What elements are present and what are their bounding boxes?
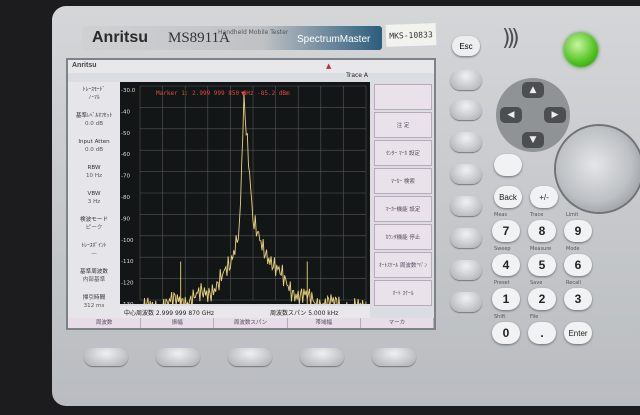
display-screen: Anritsu ▲ Trace A ﾄﾚｰｽﾓｰﾄﾞ ﾉｰﾏﾙ 基準ﾚﾍﾞﾙｵﾌｾ… bbox=[66, 58, 436, 330]
softkey-6[interactable] bbox=[450, 228, 482, 248]
brand-logo: Anritsu bbox=[92, 29, 148, 46]
param-detector[interactable]: 検波モード ピーク bbox=[68, 216, 120, 232]
y-tick-label: -90 bbox=[121, 216, 130, 222]
frequency-span: 周波数スパン 5.000 kHz bbox=[270, 310, 339, 317]
key-4[interactable]: 4 bbox=[492, 254, 520, 276]
bottom-key-2[interactable] bbox=[156, 348, 200, 366]
tab-span[interactable]: 周波数スパン bbox=[214, 318, 288, 328]
menu-item-6[interactable]: ｶｳﾝﾀ機能 停止 bbox=[374, 224, 432, 250]
plus-minus-key[interactable]: +/- bbox=[530, 186, 558, 208]
param-ref-freq[interactable]: 基準周波数 内部基準 bbox=[68, 268, 120, 284]
hint-measure: Measure bbox=[530, 246, 552, 252]
esc-key[interactable]: Esc bbox=[452, 36, 480, 56]
key-7[interactable]: 7 bbox=[492, 220, 520, 242]
menu-item-5[interactable]: ﾏｰｶｰ機能 設定 bbox=[374, 196, 432, 222]
param-vbw[interactable]: VBW 3 Hz bbox=[68, 190, 120, 206]
key-dot[interactable]: . bbox=[528, 322, 556, 344]
param-input-atten[interactable]: Input Atten 0.0 dB bbox=[68, 138, 120, 154]
y-tick-label: -100 bbox=[121, 238, 134, 244]
param-trace-points[interactable]: ﾄﾚｰｽﾎﾟｲﾝﾄ — bbox=[68, 242, 120, 258]
tab-amplitude[interactable]: 振幅 bbox=[141, 318, 215, 328]
arrow-right-icon[interactable]: ▶ bbox=[544, 107, 566, 123]
key-2[interactable]: 2 bbox=[528, 288, 556, 310]
spectrum-plot[interactable]: -30.0-40-50-60-70-80-90-100-110-120-130▼ bbox=[120, 82, 370, 304]
trace-label: Trace A bbox=[346, 72, 368, 79]
key-3[interactable]: 3 bbox=[564, 288, 592, 310]
screen-header: Anritsu ▲ bbox=[68, 60, 434, 73]
bottom-tab-bar: 周波数 振幅 周波数スパン 帯域幅 マーカ bbox=[68, 318, 434, 328]
center-frequency: 中心周波数 2.999 999 870 GHz bbox=[124, 310, 215, 317]
softkey-7[interactable] bbox=[450, 260, 482, 280]
serial-sticker: MKS-10833 bbox=[385, 23, 437, 47]
param-ref-offset[interactable]: 基準ﾚﾍﾞﾙｵﾌｾｯﾄ 0.0 dB bbox=[68, 112, 120, 128]
y-tick-label: -110 bbox=[121, 259, 134, 265]
y-tick-label: -130 bbox=[121, 302, 134, 304]
hint-meas: Meas bbox=[494, 212, 508, 218]
menu-item-3[interactable]: ｾﾝﾀｰ ﾏｰｶ 設定 bbox=[374, 140, 432, 166]
hint-preset: Preset bbox=[494, 280, 510, 286]
softkey-4[interactable] bbox=[450, 164, 482, 184]
bottom-key-1[interactable] bbox=[84, 348, 128, 366]
key-5[interactable]: 5 bbox=[528, 254, 556, 276]
key-9[interactable]: 9 bbox=[564, 220, 592, 242]
hint-shift: Shift bbox=[494, 314, 506, 320]
key-0[interactable]: 0 bbox=[492, 322, 520, 344]
parameter-panel: ﾄﾚｰｽﾓｰﾄﾞ ﾉｰﾏﾙ 基準ﾚﾍﾞﾙｵﾌｾｯﾄ 0.0 dB Input Att… bbox=[68, 82, 120, 328]
tab-marker[interactable]: マーカ bbox=[360, 318, 434, 328]
hint-save: Save bbox=[530, 280, 543, 286]
key-1[interactable]: 1 bbox=[492, 288, 520, 310]
y-tick-label: -50 bbox=[121, 131, 130, 137]
rotary-knob[interactable] bbox=[556, 126, 640, 212]
status-bar: 中心周波数 2.999 999 870 GHz 周波数スパン 5.000 kHz bbox=[120, 306, 370, 318]
y-tick-label: -70 bbox=[121, 174, 130, 180]
y-tick-label: -30.0 bbox=[121, 88, 136, 94]
power-button[interactable] bbox=[564, 33, 598, 67]
y-tick-label: -60 bbox=[121, 152, 130, 158]
y-tick-label: -40 bbox=[121, 109, 130, 115]
bottom-key-5[interactable] bbox=[372, 348, 416, 366]
hint-trace: Trace bbox=[530, 212, 544, 218]
hint-mode: Mode bbox=[566, 246, 580, 252]
softkey-5[interactable] bbox=[450, 196, 482, 216]
model-tagline: Handheld Mobile Tester bbox=[218, 29, 289, 36]
softkey-3[interactable] bbox=[450, 132, 482, 152]
param-sweep-time[interactable]: 掃引時間 312 ms bbox=[68, 294, 120, 310]
menu-item-1[interactable] bbox=[374, 84, 432, 110]
hint-file: File bbox=[530, 314, 539, 320]
product-line: SpectrumMaster bbox=[297, 34, 371, 45]
marker-readout: Marker 1: 2.999 999 850 GHz -85.2 dBm bbox=[156, 90, 290, 97]
tab-bandwidth[interactable]: 帯域幅 bbox=[287, 318, 361, 328]
softkey-1[interactable] bbox=[450, 70, 482, 90]
spectrum-chart: -30.0-40-50-60-70-80-90-100-110-120-130▼ bbox=[121, 85, 367, 304]
key-8[interactable]: 8 bbox=[528, 220, 556, 242]
bottom-key-3[interactable] bbox=[228, 348, 272, 366]
screen-logo: Anritsu bbox=[72, 62, 97, 69]
param-rbw[interactable]: RBW 10 Hz bbox=[68, 164, 120, 180]
menu-item-8[interactable]: ｵｰﾄ ｽｹｰﾙ bbox=[374, 280, 432, 306]
y-tick-label: -80 bbox=[121, 195, 130, 201]
soft-menu: 注 定 ｾﾝﾀｰ ﾏｰｶ 設定 ﾏｰｶｰ 検索 ﾏｰｶｰ機能 設定 ｶｳﾝﾀ機能… bbox=[372, 74, 434, 306]
y-tick-label: -120 bbox=[121, 281, 134, 287]
arrow-up-icon[interactable]: ▲ bbox=[522, 82, 544, 98]
hint-sweep: Sweep bbox=[494, 246, 511, 252]
bottom-key-4[interactable] bbox=[300, 348, 344, 366]
back-key[interactable]: Back bbox=[494, 186, 522, 208]
wireless-icon: ))) bbox=[502, 26, 520, 51]
shift-key[interactable] bbox=[494, 154, 522, 176]
marker-indicator: ▲ bbox=[326, 62, 332, 70]
enter-key[interactable]: Enter bbox=[564, 322, 592, 344]
tab-frequency[interactable]: 周波数 bbox=[68, 318, 142, 328]
menu-item-4[interactable]: ﾏｰｶｰ 検索 bbox=[374, 168, 432, 194]
menu-item-7[interactable]: ｵｰﾄｽｹｰﾙ 周波数"ﾊﾟﾝ bbox=[374, 252, 432, 278]
key-6[interactable]: 6 bbox=[564, 254, 592, 276]
arrow-left-icon[interactable]: ◀ bbox=[500, 107, 522, 123]
softkey-2[interactable] bbox=[450, 100, 482, 120]
arrow-down-icon[interactable]: ▼ bbox=[522, 132, 544, 148]
param-trace-mode[interactable]: ﾄﾚｰｽﾓｰﾄﾞ ﾉｰﾏﾙ bbox=[68, 86, 120, 102]
dpad: ▲ ◀ ▶ ▼ bbox=[496, 78, 570, 152]
hint-limit: Limit bbox=[566, 212, 579, 218]
menu-item-2[interactable]: 注 定 bbox=[374, 112, 432, 138]
hint-recall: Recall bbox=[566, 280, 581, 286]
softkey-8[interactable] bbox=[450, 292, 482, 312]
